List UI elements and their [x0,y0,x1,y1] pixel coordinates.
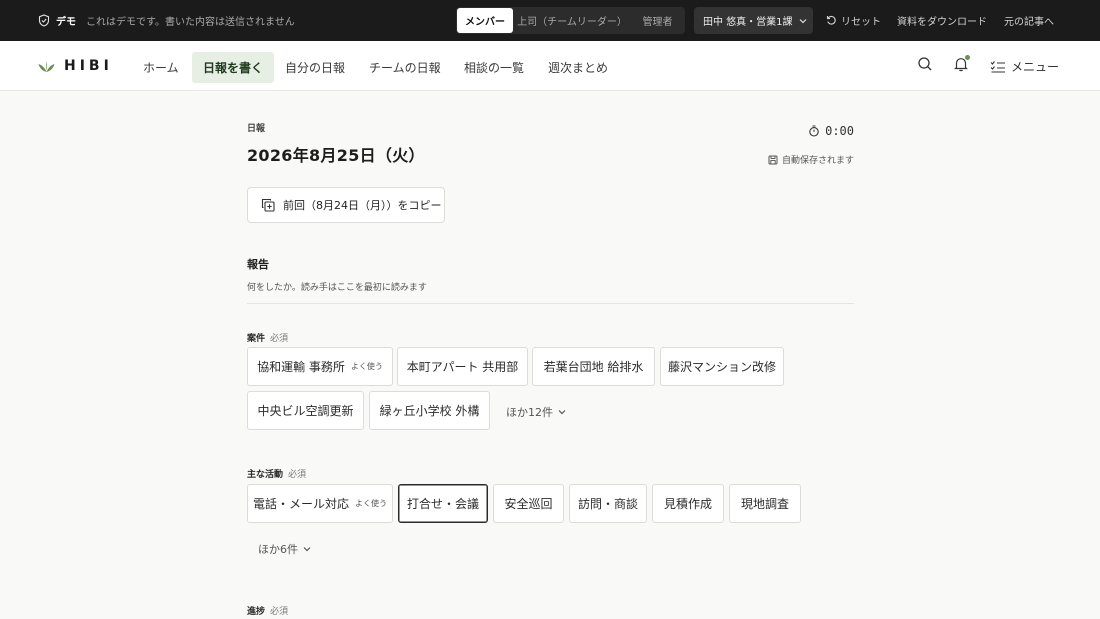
project-chip[interactable]: 藤沢マンション改修 [660,347,784,386]
reset-icon [826,15,837,26]
project-label: 案件 [247,334,266,344]
project-chip[interactable]: 協和運輸 事務所 よく使う [247,347,393,386]
menu-button[interactable]: メニュー [990,58,1059,75]
notification-dot [965,55,970,60]
nav-item-my-reports[interactable]: 自分の日報 [274,52,356,83]
chip-label: 電話・メール対応 [252,497,349,511]
autosave-label: 自動保存されます [781,156,854,166]
activity-chip[interactable]: 訪問・商談 [569,484,647,523]
activity-chip[interactable]: 見積作成 [652,484,724,523]
section-description: 何をしたか。読み手はここを最初に読みます [247,283,427,293]
required-badge: 必須 [288,470,307,480]
project-chip[interactable]: 中央ビル空調更新 [247,391,364,430]
progress-label: 進捗 [247,607,266,617]
activity-chip[interactable]: 現地調査 [729,484,801,523]
copy-icon [261,198,275,212]
required-badge: 必須 [270,607,289,617]
user-select-label: 田中 悠真・営業1課 [703,17,793,28]
shield-icon [38,14,50,27]
timer-value: 0:00 [825,124,854,138]
frequent-tag: よく使う [350,362,383,371]
required-badge: 必須 [270,334,289,344]
section-title: 報告 [247,258,269,271]
activity-field-label: 主な活動 必須 [247,467,306,480]
chevron-down-icon [558,409,566,415]
project-field-label: 案件 必須 [247,331,288,344]
activity-chip[interactable]: 電話・メール対応 よく使う [247,484,393,523]
activity-more-button[interactable]: ほか6件 [258,541,311,557]
frequent-tag: よく使う [355,499,387,508]
leaf-logo-icon [38,60,55,73]
nav-item-weekly-summary[interactable]: 週次まとめ [537,52,619,83]
project-chip[interactable]: 本町アパート 共用部 [397,347,528,386]
activity-label: 主な活動 [247,470,284,480]
reset-button[interactable]: リセット [826,13,881,28]
bell-icon[interactable] [953,55,970,72]
chevron-down-icon [799,18,807,24]
demo-badge: デモ [56,17,76,28]
role-switcher: メンバー 上司（チームリーダー） 管理者 [456,7,685,34]
activity-more-label: ほか6件 [258,543,298,556]
checklist-icon [990,60,1006,74]
activity-chip[interactable]: 安全巡回 [493,484,564,523]
demo-note: これはデモです。書いた内容は送信されません [86,17,295,28]
project-more-label: ほか12件 [506,406,553,419]
project-chip[interactable]: 若葉台団地 給排水 [532,347,655,386]
timer: 0:00 [808,124,854,138]
reset-label: リセット [841,17,881,28]
section-divider [247,303,854,304]
main-nav: HIBI ホーム 日報を書く 自分の日報 チームの日報 相談の一覧 週次まとめ … [0,41,1100,91]
nav-item-home[interactable]: ホーム [132,52,190,83]
nav-item-write-report[interactable]: 日報を書く [192,52,275,83]
menu-label: メニュー [1011,60,1060,74]
download-link[interactable]: 資料をダウンロード [897,13,987,28]
role-leader-button[interactable]: 上司（チームリーダー） [513,8,631,33]
logo[interactable]: HIBI [38,58,113,74]
original-article-link[interactable]: 元の記事へ [1004,13,1054,28]
nav-item-team-reports[interactable]: チームの日報 [358,52,452,83]
nav-item-consultations[interactable]: 相談の一覧 [453,52,535,83]
role-member-button[interactable]: メンバー [457,8,513,33]
project-chip[interactable]: 緑ヶ丘小学校 外構 [369,391,490,430]
logo-text: HIBI [64,58,113,74]
date-caption: 日報 [247,124,266,134]
chip-label: 協和運輸 事務所 [257,360,345,374]
demo-indicator: デモ これはデモです。書いた内容は送信されません [38,13,295,28]
copy-previous-button[interactable]: 前回（8月24日（月））をコピー [247,187,445,223]
role-admin-button[interactable]: 管理者 [631,8,684,33]
autosave-status: 自動保存されます [768,153,854,166]
save-icon [768,155,778,165]
activity-chip-selected[interactable]: 打合せ・会議 [398,484,488,523]
chevron-down-icon [303,546,311,552]
progress-field-label: 進捗 必須 [247,604,288,617]
user-select[interactable]: 田中 悠真・営業1課 [694,7,813,34]
project-more-button[interactable]: ほか12件 [506,404,566,420]
demo-bar: デモ これはデモです。書いた内容は送信されません メンバー 上司（チームリーダー… [0,0,1100,41]
timer-icon [808,125,820,137]
copy-previous-label: 前回（8月24日（月））をコピー [283,199,442,212]
report-date: 2026年8月25日（火） [247,146,425,165]
search-icon[interactable] [917,56,933,72]
